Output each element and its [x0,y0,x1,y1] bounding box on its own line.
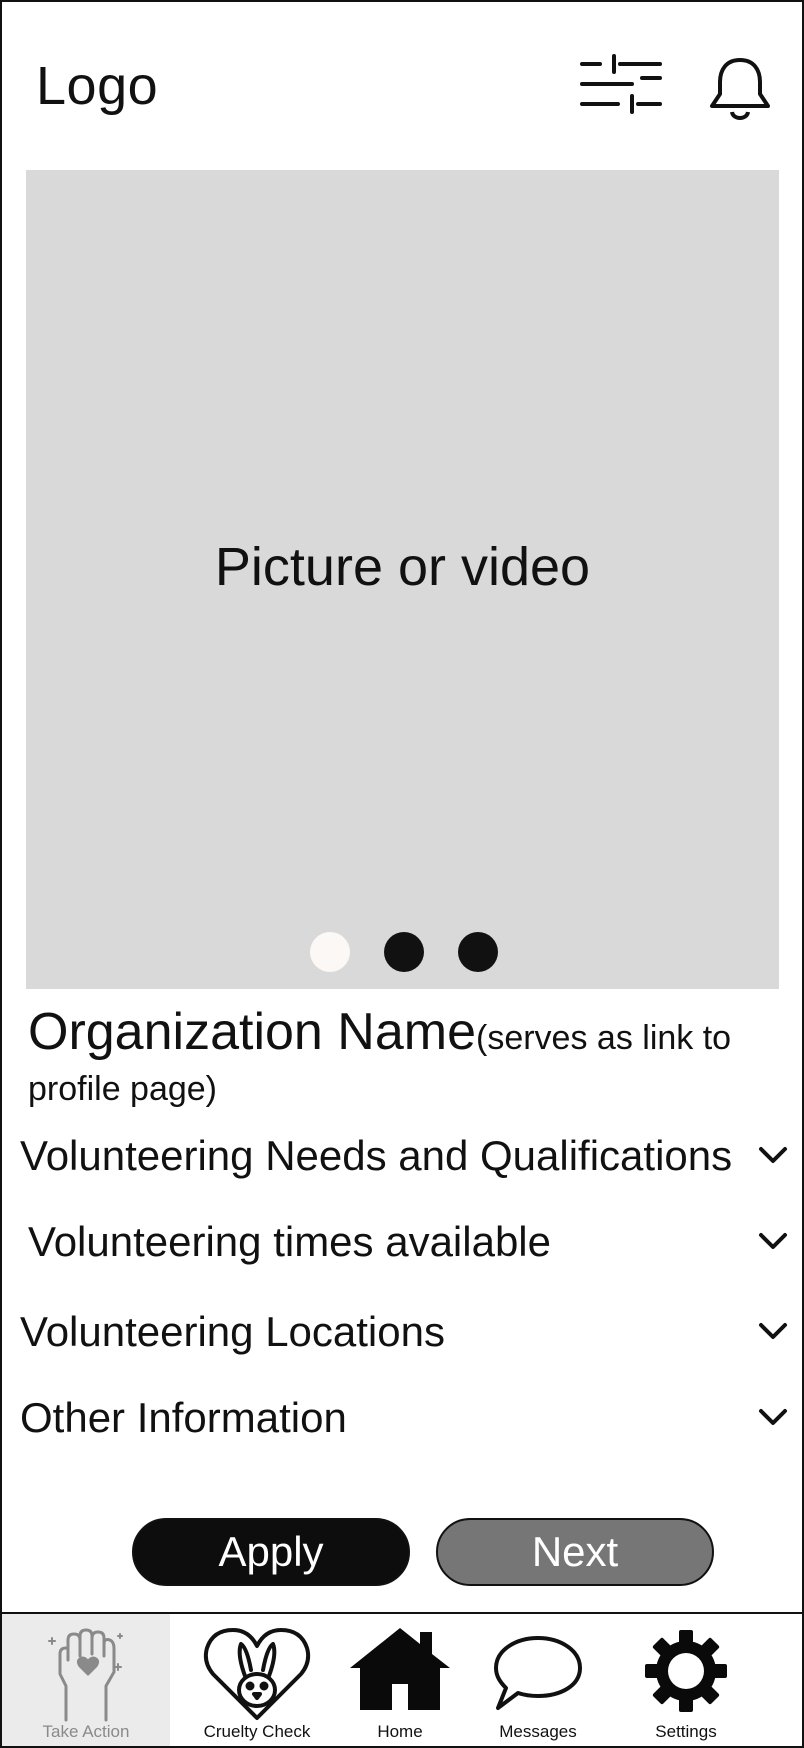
gear-icon [645,1630,727,1712]
app-screen: Logo Picture or video Organization Name( [0,0,804,1748]
section-volunteering-needs[interactable]: Volunteering Needs and Qualifications [20,1128,790,1184]
section-label: Volunteering Needs and Qualifications [20,1132,733,1179]
chevron-down-icon [759,1323,787,1339]
next-button[interactable]: Next [436,1518,714,1586]
speech-bubble-icon [494,1636,582,1710]
media-placeholder-text: Picture or video [214,537,591,597]
home-icon [350,1628,450,1710]
apply-button[interactable]: Apply [132,1518,410,1586]
carousel-dot-1[interactable] [310,932,350,972]
logo[interactable]: Logo [36,54,158,118]
nav-label: Cruelty Check [203,1722,311,1741]
nav-label: Take Action [42,1722,130,1741]
chevron-down-icon [759,1147,787,1163]
chevron-down-icon [759,1409,787,1425]
carousel-dot-2[interactable] [384,932,424,972]
section-label: Volunteering times available [28,1218,551,1265]
media-carousel[interactable]: Picture or video [26,170,779,989]
nav-item-messages[interactable]: Messages [476,1614,600,1746]
section-label: Other Information [20,1394,347,1441]
bell-icon[interactable] [702,54,778,124]
bottom-nav: Take Action Cruelty Check Home Messages … [2,1612,802,1746]
section-volunteering-times[interactable]: Volunteering times available [20,1214,790,1270]
section-other-information[interactable]: Other Information [20,1390,790,1446]
organization-link[interactable]: Organization Name(serves as link to prof… [28,1006,768,1118]
sliders-icon[interactable] [576,54,666,124]
chevron-down-icon [759,1233,787,1249]
section-volunteering-locations[interactable]: Volunteering Locations [20,1304,790,1360]
raised-fist-heart-icon [48,1628,123,1722]
nav-item-cruelty-check[interactable]: Cruelty Check [188,1614,326,1746]
nav-label: Messages [499,1722,577,1741]
nav-label: Settings [655,1722,717,1741]
organization-name[interactable]: Organization Name [28,1003,476,1061]
nav-label: Home [377,1722,423,1741]
section-label: Volunteering Locations [20,1308,445,1355]
nav-item-settings[interactable]: Settings [618,1614,754,1746]
bunny-heart-icon [203,1628,311,1720]
nav-item-home[interactable]: Home [338,1614,462,1746]
nav-item-take-action[interactable]: Take Action [2,1614,170,1746]
carousel-indicators [26,932,779,974]
carousel-dot-3[interactable] [458,932,498,972]
